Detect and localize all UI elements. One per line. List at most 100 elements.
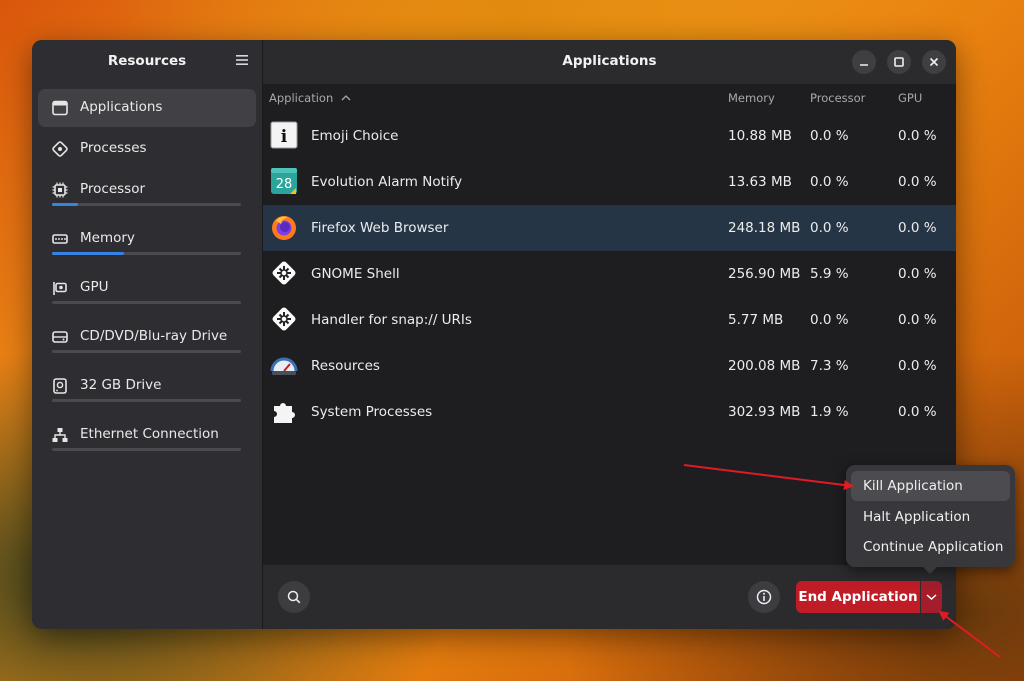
- properties-button[interactable]: [748, 581, 780, 613]
- minimize-button[interactable]: [852, 50, 876, 74]
- column-header-processor[interactable]: Processor: [810, 91, 865, 105]
- gauge-icon: [270, 357, 298, 375]
- menu-item-label: Halt Application: [863, 509, 971, 525]
- memory-usage-bar: [52, 252, 241, 255]
- puzzle-icon: [274, 403, 295, 423]
- app-gpu: 0.0 %: [898, 266, 937, 282]
- cpu-icon: [52, 182, 68, 198]
- memory-usage-fill: [52, 252, 124, 255]
- table-row[interactable]: System Processes 302.93 MB 1.9 % 0.0 %: [263, 389, 956, 435]
- gpu-usage-bar: [52, 301, 241, 304]
- calendar-icon: 28: [271, 168, 297, 194]
- app-processor: 5.9 %: [810, 266, 849, 282]
- hamburger-menu-icon[interactable]: [236, 54, 248, 66]
- sidebar-item-applications[interactable]: Applications: [38, 89, 256, 127]
- sidebar-header: Resources: [32, 40, 262, 84]
- calendar-date-text: 28: [276, 177, 293, 192]
- sidebar-item-label: Ethernet Connection: [80, 426, 219, 442]
- snap-handler-icon: [272, 307, 296, 331]
- app-memory: 200.08 MB: [728, 358, 801, 374]
- search-icon: [287, 590, 301, 604]
- processor-usage-fill: [52, 203, 79, 206]
- table-row[interactable]: i Emoji Choice 10.88 MB 0.0 % 0.0 %: [263, 113, 956, 159]
- end-options-dropdown-button[interactable]: [921, 581, 942, 613]
- titlebar: Applications: [263, 40, 956, 84]
- sidebar-item-label: Memory: [80, 230, 135, 246]
- gnome-shell-icon: [272, 261, 296, 285]
- app-name: Resources: [311, 358, 380, 374]
- table-row[interactable]: 28 Evolution Alarm Notify 13.63 MB 0.0 %…: [263, 159, 956, 205]
- app-gpu: 0.0 %: [898, 358, 937, 374]
- column-header-gpu[interactable]: GPU: [898, 91, 922, 105]
- drive-usage-bar: [52, 399, 241, 402]
- column-header-memory[interactable]: Memory: [728, 91, 775, 105]
- app-name: System Processes: [311, 404, 433, 420]
- table-row[interactable]: GNOME Shell 256.90 MB 5.9 % 0.0 %: [263, 251, 956, 297]
- sidebar-item-label: CD/DVD/Blu-ray Drive: [80, 328, 228, 344]
- chevron-down-icon: [926, 594, 937, 601]
- app-processor: 1.9 %: [810, 404, 849, 420]
- app-memory: 13.63 MB: [728, 174, 792, 190]
- app-processor: 0.0 %: [810, 220, 849, 236]
- app-processor: 0.0 %: [810, 128, 849, 144]
- window-icon: [52, 100, 68, 116]
- sidebar-item-processes[interactable]: Processes: [38, 130, 256, 168]
- app-name: GNOME Shell: [311, 266, 400, 282]
- app-processor: 7.3 %: [810, 358, 849, 374]
- app-gpu: 0.0 %: [898, 312, 937, 328]
- continue-application-menu-item[interactable]: Continue Application: [851, 532, 1010, 562]
- end-options-popover: Kill Application Halt Application Contin…: [846, 465, 1015, 567]
- app-memory: 256.90 MB: [728, 266, 801, 282]
- sidebar: Resources Applications Processes Process…: [32, 40, 263, 629]
- ethernet-usage-bar: [52, 448, 241, 451]
- processor-usage-bar: [52, 203, 241, 206]
- optical-drive-usage-bar: [52, 350, 241, 353]
- app-name: Firefox Web Browser: [311, 220, 449, 236]
- svg-text:i: i: [281, 127, 288, 147]
- app-name: Evolution Alarm Notify: [311, 174, 463, 190]
- end-application-button[interactable]: End Application: [796, 581, 920, 613]
- memory-icon: [52, 234, 68, 244]
- info-icon: [756, 589, 772, 605]
- menu-item-label: Kill Application: [863, 478, 963, 494]
- menu-item-label: Continue Application: [863, 539, 1004, 555]
- app-gpu: 0.0 %: [898, 404, 937, 420]
- sidebar-item-label: Processes: [80, 140, 147, 156]
- info-app-icon: i: [270, 121, 298, 149]
- app-processor: 0.0 %: [810, 174, 849, 190]
- drive-icon: [53, 378, 67, 394]
- app-processor: 0.0 %: [810, 312, 849, 328]
- app-memory: 10.88 MB: [728, 128, 792, 144]
- app-memory: 302.93 MB: [728, 404, 801, 420]
- app-memory: 5.77 MB: [728, 312, 784, 328]
- app-gpu: 0.0 %: [898, 174, 937, 190]
- close-button[interactable]: [922, 50, 946, 74]
- app-memory: 248.18 MB: [728, 220, 801, 236]
- column-header-label: Application: [269, 91, 334, 105]
- app-gpu: 0.0 %: [898, 220, 937, 236]
- popover-tail: [922, 566, 938, 574]
- minimize-icon: [860, 64, 868, 66]
- sidebar-item-label: Applications: [80, 99, 163, 115]
- sidebar-title: Resources: [107, 53, 187, 69]
- table-row[interactable]: Resources 200.08 MB 7.3 % 0.0 %: [263, 343, 956, 389]
- app-gpu: 0.0 %: [898, 128, 937, 144]
- search-button[interactable]: [278, 581, 310, 613]
- app-name: Handler for snap:// URIs: [311, 312, 472, 328]
- maximize-icon: [894, 57, 904, 67]
- sort-ascending-icon: [341, 95, 351, 101]
- bottom-toolbar: End Application: [263, 565, 956, 629]
- sidebar-item-label: Processor: [80, 181, 146, 197]
- close-icon: [929, 57, 939, 67]
- halt-application-menu-item[interactable]: Halt Application: [851, 502, 1010, 532]
- processes-icon: [52, 141, 68, 157]
- table-row-selected[interactable]: Firefox Web Browser 248.18 MB 0.0 % 0.0 …: [263, 205, 956, 251]
- firefox-icon: [272, 216, 296, 240]
- table-row[interactable]: Handler for snap:// URIs 5.77 MB 0.0 % 0…: [263, 297, 956, 343]
- maximize-button[interactable]: [887, 50, 911, 74]
- kill-application-menu-item[interactable]: Kill Application: [851, 471, 1010, 501]
- sidebar-item-label: GPU: [80, 279, 109, 295]
- sidebar-item-label: 32 GB Drive: [80, 377, 162, 393]
- gpu-icon: [53, 282, 67, 295]
- column-header-application[interactable]: Application: [269, 91, 351, 105]
